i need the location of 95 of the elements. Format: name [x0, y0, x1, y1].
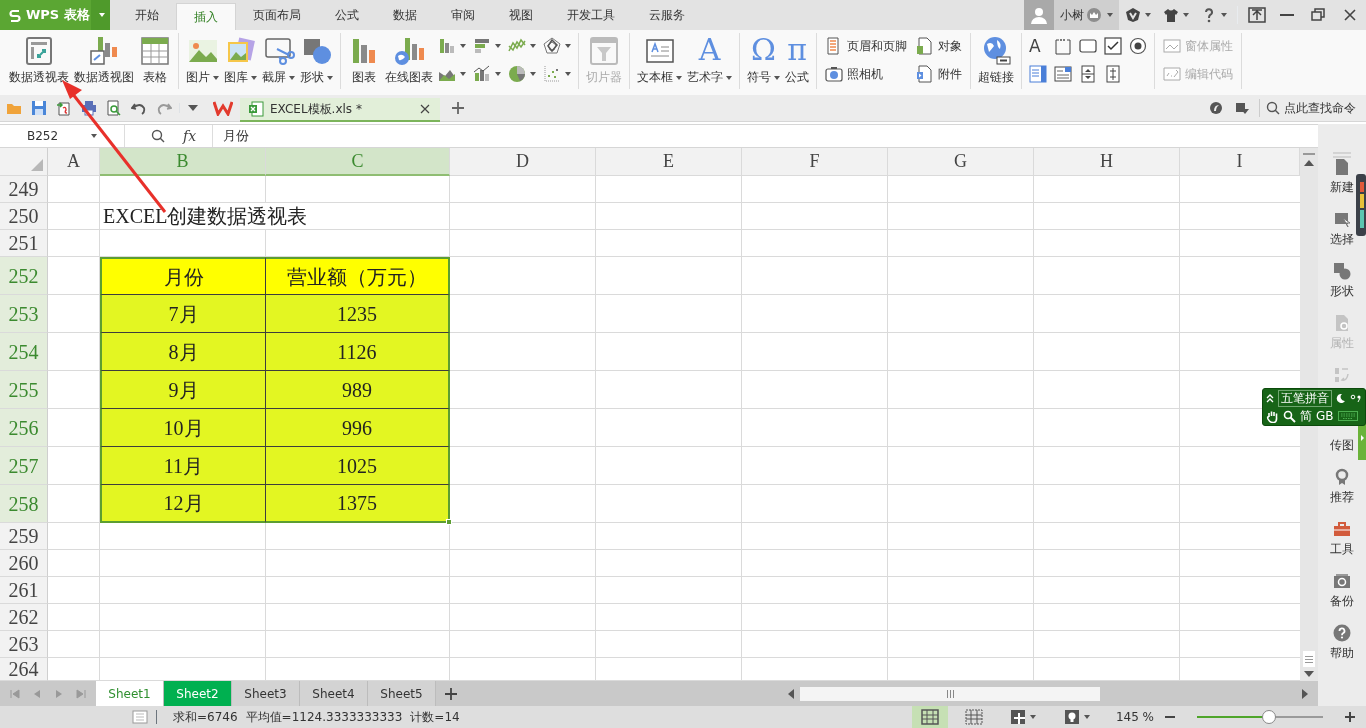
row-header[interactable]: 250 — [0, 203, 48, 230]
sidebar-button[interactable]: 备份 — [1324, 572, 1360, 610]
menu-tab[interactable]: 审阅 — [434, 0, 492, 30]
row-header[interactable]: 251 — [0, 230, 48, 257]
column-header[interactable]: A — [48, 148, 100, 176]
symbol-glyph: π — [787, 35, 807, 65]
sidebar-button[interactable]: 形状 — [1324, 262, 1360, 300]
column-header[interactable]: E — [596, 148, 742, 176]
row-header[interactable]: 256 — [0, 409, 48, 447]
table-cell[interactable]: 9月 — [100, 371, 266, 409]
menu-tab[interactable]: 开发工具 — [550, 0, 632, 30]
table-cell[interactable]: 12月 — [100, 485, 266, 523]
row-header[interactable]: 259 — [0, 523, 48, 550]
sidebar-button[interactable]: 传图 — [1324, 436, 1360, 454]
toolbar-button[interactable]: A — [1027, 35, 1049, 57]
ribbon-button[interactable]: 对象 — [913, 35, 965, 57]
table-cell[interactable]: 10月 — [100, 409, 266, 447]
ribbon-button[interactable]: 在线图表 — [383, 33, 435, 88]
command-search-button[interactable]: 点此查找命令 — [1259, 99, 1362, 117]
row-header[interactable]: 262 — [0, 604, 48, 631]
table-cell[interactable]: 11月 — [100, 447, 266, 485]
script-label[interactable]: 简 — [1300, 407, 1312, 425]
ribbon-button[interactable]: Ω 符号 — [745, 33, 782, 88]
row-header[interactable]: 252 — [0, 257, 48, 295]
ribbon-button[interactable]: 形状 — [298, 33, 335, 88]
symbol-glyph: Ω — [751, 35, 776, 65]
user-menu-button[interactable]: 小树 — [1054, 0, 1119, 30]
input-method-menu[interactable]: 五笔拼音 简 GB — [1262, 388, 1366, 426]
table-cell[interactable]: 1235 — [266, 295, 450, 333]
zoom-reading: 145 % — [1115, 709, 1154, 726]
table-cell[interactable]: 8月 — [100, 333, 266, 371]
symbol-glyph: A — [698, 35, 721, 65]
column-header[interactable]: D — [450, 148, 596, 176]
ribbon-button[interactable]: 截屏 — [260, 33, 297, 88]
column-header[interactable]: F — [742, 148, 888, 176]
sheet-tab[interactable]: Sheet4 — [300, 681, 368, 706]
menu-tab[interactable]: 开始 — [118, 0, 176, 30]
ribbon-button[interactable]: π 公式 — [783, 33, 811, 88]
row-header[interactable]: 261 — [0, 577, 48, 604]
ribbon-button[interactable]: 文本框 — [635, 33, 684, 88]
table-cell[interactable]: 1126 — [266, 333, 450, 371]
table-header-cell[interactable]: 月份 — [100, 257, 266, 295]
sheet-tab[interactable]: Sheet3 — [232, 681, 300, 706]
sheet-tab[interactable]: Sheet5 — [368, 681, 436, 706]
table-header-cell[interactable]: 营业额（万元） — [266, 257, 450, 295]
table-cell[interactable]: 989 — [266, 371, 450, 409]
document-tab[interactable]: EXCEL模板.xls * — [240, 97, 440, 122]
symbol-glyph: A — [1029, 37, 1041, 55]
row-header[interactable]: 260 — [0, 550, 48, 577]
row-header[interactable]: 257 — [0, 447, 48, 485]
ribbon-button[interactable]: 表格 — [137, 33, 173, 88]
sheet-tab[interactable]: Sheet1 — [96, 681, 164, 706]
sum-text: 求和=6746 — [173, 709, 238, 726]
ribbon-button[interactable]: 图表 — [346, 33, 382, 88]
input-mode-label[interactable]: 五笔拼音 — [1278, 389, 1332, 407]
sidebar-button[interactable]: 工具 — [1324, 520, 1360, 558]
table-cell[interactable]: 996 — [266, 409, 450, 447]
table-cell[interactable]: 7月 — [100, 295, 266, 333]
ribbon-button[interactable]: 页眉和页脚 — [822, 35, 910, 57]
row-header[interactable]: 255 — [0, 371, 48, 409]
insert-function-button[interactable]: fx — [183, 125, 197, 147]
ribbon-button[interactable]: A 艺术字 — [685, 33, 734, 88]
menu-tab[interactable]: 数据 — [376, 0, 434, 30]
row-header[interactable]: 253 — [0, 295, 48, 333]
name-box[interactable]: B252 — [0, 125, 125, 147]
sidebar-button[interactable]: 新建 — [1324, 158, 1360, 196]
average-text: 平均值=1124.3333333333 — [245, 709, 403, 726]
sidebar-button[interactable]: 帮助 — [1324, 624, 1360, 662]
ribbon-button[interactable]: 照相机 — [822, 63, 910, 85]
column-header[interactable]: I — [1180, 148, 1300, 176]
ribbon-button[interactable]: 超链接 — [976, 33, 1016, 88]
row-header[interactable]: 263 — [0, 631, 48, 658]
menu-tab[interactable]: 插入 — [176, 3, 236, 30]
row-header[interactable]: 254 — [0, 333, 48, 371]
menu-tab[interactable]: 云服务 — [632, 0, 702, 30]
ribbon-button[interactable]: 图库 — [222, 33, 259, 88]
menu-tab[interactable]: 视图 — [492, 0, 550, 30]
ribbon-button[interactable]: 附件 — [913, 63, 965, 85]
column-header[interactable]: G — [888, 148, 1034, 176]
row-header[interactable]: 264 — [0, 658, 48, 681]
table-cell[interactable]: 1375 — [266, 485, 450, 523]
menu-tab[interactable]: 公式 — [318, 0, 376, 30]
sheet-title: EXCEL创建数据透视表 — [100, 203, 450, 230]
menu-tab[interactable]: 页面布局 — [236, 0, 318, 30]
count-text: 计数=14 — [410, 709, 460, 726]
ribbon-button[interactable]: 数据透视表 — [7, 33, 71, 88]
encoding-label[interactable]: GB — [1316, 407, 1334, 425]
row-header[interactable]: 258 — [0, 485, 48, 523]
ribbon-button[interactable]: 数据透视图 — [72, 33, 136, 88]
ribbon-button[interactable]: 图片 — [184, 33, 221, 88]
column-header[interactable]: H — [1034, 148, 1180, 176]
table-cell[interactable]: 1025 — [266, 447, 450, 485]
sidebar-button[interactable]: 推荐 — [1324, 468, 1360, 506]
row-header[interactable]: 249 — [0, 176, 48, 203]
sidebar-button[interactable]: 选择 — [1324, 210, 1360, 248]
